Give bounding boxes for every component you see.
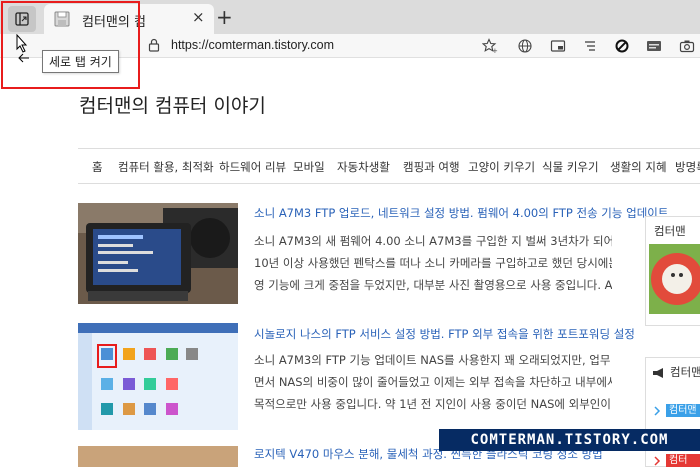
excerpt-line: 10년 이상 사용했던 펜탁스를 떠나 소니 카메라를 구입하고로 했던 당시에…: [254, 256, 612, 270]
tab-close-button[interactable]: ×: [192, 8, 205, 26]
nav-item-hardware[interactable]: 하드웨어 리뷰: [219, 159, 286, 175]
post-thumbnail[interactable]: [78, 323, 238, 430]
reading-list-icon[interactable]: [582, 38, 598, 54]
camera-photo: [78, 203, 238, 304]
profile-image[interactable]: [649, 244, 700, 314]
post-thumbnail[interactable]: [78, 446, 238, 467]
nas-screenshot: [78, 323, 238, 430]
svg-text:+: +: [492, 47, 498, 54]
chevron-right-icon: [654, 456, 661, 466]
chevron-right-icon: [654, 406, 661, 416]
excerpt-line: 소니 A7M3의 새 펌웨어 4.00 소니 A7M3를 구입한 지 벌써 3년…: [254, 234, 612, 248]
post-thumbnail[interactable]: [78, 203, 238, 304]
post-excerpt: 소니 A7M3의 새 펌웨어 4.00 소니 A7M3를 구입한 지 벌써 3년…: [254, 230, 612, 296]
extension-icon[interactable]: [646, 38, 662, 54]
web-page: 컴터맨의 컴퓨터 이야기 홈 컴퓨터 활용, 최적화 하드웨어 리뷰 모바일 자…: [0, 59, 700, 467]
megaphone-icon: [653, 368, 663, 378]
add-favorite-icon[interactable]: +: [482, 38, 498, 54]
widget-title: 컴터맨: [670, 365, 700, 379]
tag-item[interactable]: 컴터맨: [666, 404, 700, 417]
nav-divider: [78, 183, 700, 184]
blog-title[interactable]: 컴터맨의 컴퓨터 이야기: [79, 91, 266, 118]
nav-item-guestbook[interactable]: 방명록: [675, 159, 700, 175]
lock-icon[interactable]: [148, 37, 160, 53]
nav-item-car[interactable]: 자동차생활: [337, 159, 390, 175]
nav-item-home[interactable]: 홈: [92, 159, 103, 175]
excerpt-line: 면서 NAS의 비중이 많이 줄어들었고 이제는 외부 접속을 차단하고 내부에…: [254, 375, 612, 389]
profile-title: 컴터맨: [654, 224, 686, 238]
new-tab-button[interactable]: +: [216, 5, 233, 29]
nav-divider: [78, 148, 700, 149]
block-icon[interactable]: [614, 38, 630, 54]
nav-item-plants[interactable]: 식물 키우기: [542, 159, 599, 175]
post-title[interactable]: 소니 A7M3 FTP 업로드, 네트워크 설정 방법. 펌웨어 4.00의 F…: [254, 205, 668, 221]
camera-icon[interactable]: [679, 38, 695, 54]
profile-widget: 컴터맨: [645, 216, 700, 326]
excerpt-line: 목적으로만 사용 중입니다. 약 1년 전 지인이 사용 중이던 NAS에 외부…: [254, 397, 612, 411]
nav-item-cat[interactable]: 고양이 키우기: [468, 159, 535, 175]
nav-item-camping[interactable]: 캠핑과 여행: [403, 159, 460, 175]
nav-item-mobile[interactable]: 모바일: [293, 159, 325, 175]
excerpt-line: 영 기능에 크게 중점을 두었지만, 대부분 사진 촬영용으로 사용 중입니다.…: [254, 278, 612, 292]
address-bar-url[interactable]: https://comterman.tistory.com: [171, 38, 334, 52]
excerpt-line: 소니 A7M3의 FTP 기능 업데이트 NAS를 사용한지 꽤 오래되었지만,…: [254, 353, 612, 367]
mouse-pointer-icon: [16, 34, 29, 63]
nav-item-tips[interactable]: 생활의 지혜: [610, 159, 667, 175]
picture-in-picture-icon[interactable]: [550, 38, 566, 54]
nav-item-computer[interactable]: 컴퓨터 활용, 최적화: [118, 159, 214, 175]
globe-icon[interactable]: [517, 38, 533, 54]
post-excerpt: 소니 A7M3의 FTP 기능 업데이트 NAS를 사용한지 꽤 오래되었지만,…: [254, 349, 612, 415]
tag-item[interactable]: 컴터: [666, 454, 700, 467]
watermark-banner: COMTERMAN.TISTORY.COM: [439, 429, 700, 451]
post-title[interactable]: 시놀로지 나스의 FTP 서비스 설정 방법. FTP 외부 접속을 위한 포트…: [254, 326, 635, 342]
